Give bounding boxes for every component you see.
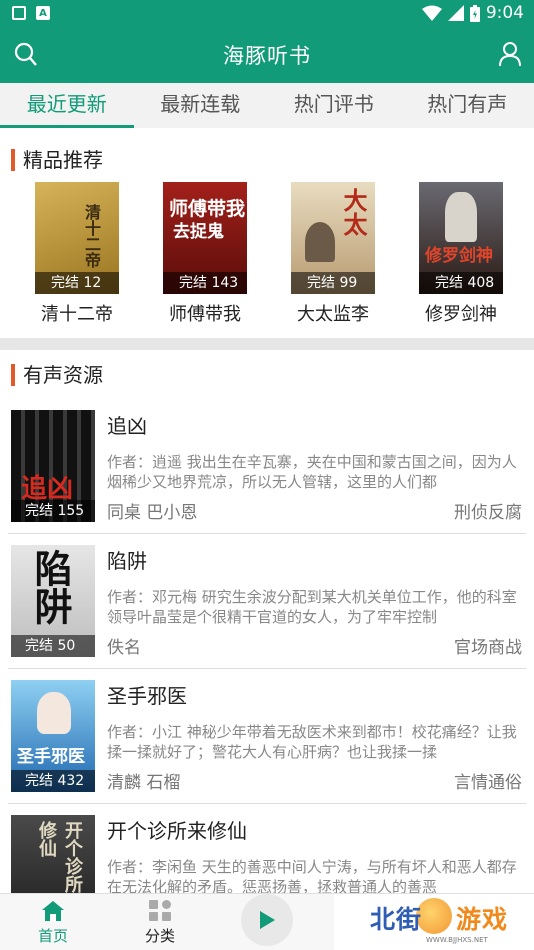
status-badge: 完结 432 xyxy=(11,770,95,792)
book-cover: 修罗剑神 完结 408 xyxy=(419,182,503,294)
bottom-nav: 首页 分类 北街 游戏 WWW.BJJHXS.NET xyxy=(0,893,534,950)
section-divider xyxy=(0,338,534,350)
status-bar: A 9:04 xyxy=(0,0,534,28)
book-cover: 追凶 完结 155 xyxy=(11,410,95,522)
book-title: 大太监李 xyxy=(297,304,369,325)
tab-new-serials[interactable]: 最新连载 xyxy=(134,83,268,128)
cover-figure xyxy=(37,692,71,734)
watermark-url: WWW.BJJHXS.NET xyxy=(426,936,488,944)
cover-art-text: 大太 xyxy=(339,188,367,236)
item-category: 言情通俗 xyxy=(454,773,522,793)
book-title: 师傅带我 xyxy=(169,304,241,325)
list-item[interactable]: 开个诊所来修仙 开个诊所来修仙 作者：李闲鱼 天生的善恶中间人宁涛，与所有坏人和… xyxy=(0,815,534,893)
nav-category[interactable]: 分类 xyxy=(125,900,195,946)
featured-book[interactable]: 清十二帝 完结 12 清十二帝 xyxy=(35,182,121,326)
cover-art-text: 去捉鬼 xyxy=(173,222,224,242)
nav-home[interactable]: 首页 xyxy=(18,900,88,946)
item-description: 作者：逍遥 我出生在辛瓦寨，夹在中国和蒙古国之间，因为人烟稀少又地界荒凉，所以无… xyxy=(107,453,517,491)
signal-icon xyxy=(447,5,464,21)
item-narrator: 佚名 xyxy=(107,638,141,658)
section-title: 精品推荐 xyxy=(23,148,103,172)
section-accent-bar xyxy=(11,364,15,386)
play-button[interactable] xyxy=(241,894,293,946)
list-item[interactable]: 追凶 完结 155 追凶 作者：逍遥 我出生在辛瓦寨，夹在中国和蒙古国之间，因为… xyxy=(0,410,534,544)
section-title: 有声资源 xyxy=(23,363,103,387)
section-accent-bar xyxy=(11,149,15,171)
status-badge: 完结 50 xyxy=(11,635,95,657)
battery-icon xyxy=(469,4,480,22)
item-description: 作者：李闲鱼 天生的善恶中间人宁涛，与所有坏人和恶人都存在无法化解的矛盾。惩恶扬… xyxy=(107,858,517,893)
book-cover: 大太 完结 99 xyxy=(291,182,375,294)
book-title: 清十二帝 xyxy=(41,304,113,325)
book-cover: 陷阱 完结 50 xyxy=(11,545,95,657)
user-profile-icon[interactable] xyxy=(498,41,522,67)
play-icon xyxy=(260,911,275,929)
featured-section-header: 精品推荐 xyxy=(0,145,534,175)
tab-popular-storytelling[interactable]: 热门评书 xyxy=(267,83,401,128)
item-category: 官场商战 xyxy=(454,638,522,658)
row-separator xyxy=(8,803,526,804)
list-item[interactable]: 陷阱 完结 50 陷阱 作者：邓元梅 研究生余波分配到某大机关单位工作，他的科室… xyxy=(0,545,534,679)
clock: 9:04 xyxy=(485,3,524,23)
nav-label: 首页 xyxy=(37,927,68,945)
status-badge: 完结 99 xyxy=(291,272,375,294)
cover-art-text: 清十二帝 xyxy=(82,204,101,268)
book-cover: 清十二帝 完结 12 xyxy=(35,182,119,294)
status-badge: 完结 12 xyxy=(35,272,119,294)
watermark-text: 北街 游戏 xyxy=(370,905,509,934)
cover-art-text: 师傅带我 xyxy=(169,198,246,220)
book-title: 修罗剑神 xyxy=(425,304,497,325)
item-title: 开个诊所来修仙 xyxy=(107,819,247,843)
notification-box-icon xyxy=(12,6,26,20)
home-icon xyxy=(42,901,64,921)
status-badge: 完结 408 xyxy=(419,272,503,294)
wifi-icon xyxy=(421,5,442,21)
item-title: 追凶 xyxy=(107,414,147,438)
item-category: 刑侦反腐 xyxy=(454,503,522,523)
featured-book[interactable]: 大太 完结 99 大太监李 xyxy=(291,182,377,326)
a-app-icon: A xyxy=(36,6,50,20)
cover-figure xyxy=(305,222,335,262)
nav-label: 分类 xyxy=(144,927,175,945)
list-item[interactable]: 圣手邪医 完结 432 圣手邪医 作者：小江 神秘少年带着无敌医术来到都市！校花… xyxy=(0,680,534,814)
cover-art-text: 修罗剑神 xyxy=(425,246,493,266)
category-grid-icon xyxy=(149,900,171,921)
app-bar: 海豚听书 xyxy=(0,28,534,83)
audio-section-header: 有声资源 xyxy=(0,360,534,390)
tab-latest-updates[interactable]: 最近更新 xyxy=(0,83,134,128)
row-separator xyxy=(8,533,526,534)
item-description: 作者：小江 神秘少年带着无敌医术来到都市！校花痛经？让我揉一揉就好了；警花大人有… xyxy=(107,723,517,761)
status-badge: 完结 143 xyxy=(163,272,247,294)
featured-book[interactable]: 师傅带我 去捉鬼 完结 143 师傅带我 xyxy=(163,182,249,326)
item-narrator: 清麟 石榴 xyxy=(107,773,181,793)
book-cover: 圣手邪医 完结 432 xyxy=(11,680,95,792)
cover-art-text: 开个诊所来修仙 xyxy=(36,821,83,893)
watermark-logo: 北街 游戏 WWW.BJJHXS.NET xyxy=(334,894,534,950)
cover-figure xyxy=(445,192,477,242)
featured-book[interactable]: 修罗剑神 完结 408 修罗剑神 xyxy=(419,182,505,326)
cover-art-text: 圣手邪医 xyxy=(17,747,85,767)
cover-art-text: 陷阱 xyxy=(28,549,72,625)
tab-popular-audio[interactable]: 热门有声 xyxy=(401,83,534,128)
status-badge: 完结 155 xyxy=(11,500,95,522)
row-separator xyxy=(8,668,526,669)
book-cover: 师傅带我 去捉鬼 完结 143 xyxy=(163,182,247,294)
tab-bar: 最近更新 最新连载 热门评书 热门有声 xyxy=(0,83,534,128)
featured-books: 清十二帝 完结 12 清十二帝 师傅带我 去捉鬼 完结 143 师傅带我 大太 … xyxy=(0,182,534,325)
item-title: 陷阱 xyxy=(107,549,147,573)
book-cover: 开个诊所来修仙 xyxy=(11,815,95,893)
item-title: 圣手邪医 xyxy=(107,684,187,708)
item-narrator: 同桌 巴小恩 xyxy=(107,503,198,523)
app-title: 海豚听书 xyxy=(223,44,311,68)
item-description: 作者：邓元梅 研究生余波分配到某大机关单位工作，他的科室领导叶晶莹是个很精干官道… xyxy=(107,588,517,626)
